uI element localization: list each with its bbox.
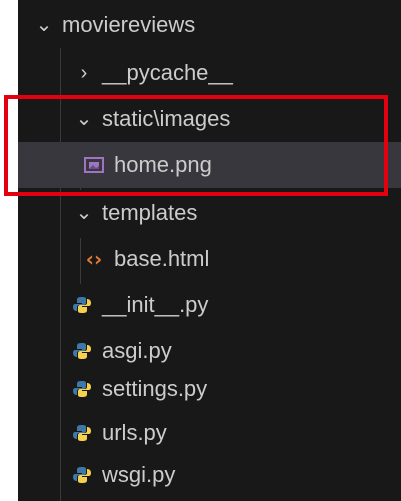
folder-label: __pycache__ <box>102 60 233 85</box>
chevron-down-icon[interactable]: ⌄ <box>32 15 56 35</box>
highlight-box <box>4 95 388 196</box>
html-file-icon: ‹› <box>85 247 103 271</box>
file-label: base.html <box>114 246 210 271</box>
file-init-py[interactable]: __init__.py <box>18 282 401 328</box>
file-explorer: ⌄ moviereviews › __pycache__ ⌄ static\im… <box>0 0 401 501</box>
file-label: __init__.py <box>102 292 209 317</box>
file-label: urls.py <box>102 420 167 445</box>
python-file-icon <box>70 377 94 401</box>
file-label: asgi.py <box>102 338 172 363</box>
chevron-down-icon[interactable]: ⌄ <box>72 203 96 223</box>
folder-moviereviews[interactable]: ⌄ moviereviews <box>18 2 401 48</box>
python-file-icon <box>70 293 94 317</box>
folder-templates[interactable]: ⌄ templates <box>18 190 401 236</box>
python-file-icon <box>70 421 94 445</box>
folder-label: moviereviews <box>62 12 196 37</box>
chevron-right-icon[interactable]: › <box>72 63 96 83</box>
file-label: wsgi.py <box>102 462 176 487</box>
file-settings-py[interactable]: settings.py <box>18 366 401 412</box>
python-file-icon <box>70 339 94 363</box>
folder-pycache[interactable]: › __pycache__ <box>18 50 401 96</box>
python-file-icon <box>70 463 94 487</box>
file-label: settings.py <box>102 376 208 401</box>
file-urls-py[interactable]: urls.py <box>18 410 401 456</box>
file-base-html[interactable]: ‹› base.html <box>18 236 401 282</box>
folder-label: templates <box>102 200 198 225</box>
file-wsgi-py[interactable]: wsgi.py <box>18 452 401 498</box>
